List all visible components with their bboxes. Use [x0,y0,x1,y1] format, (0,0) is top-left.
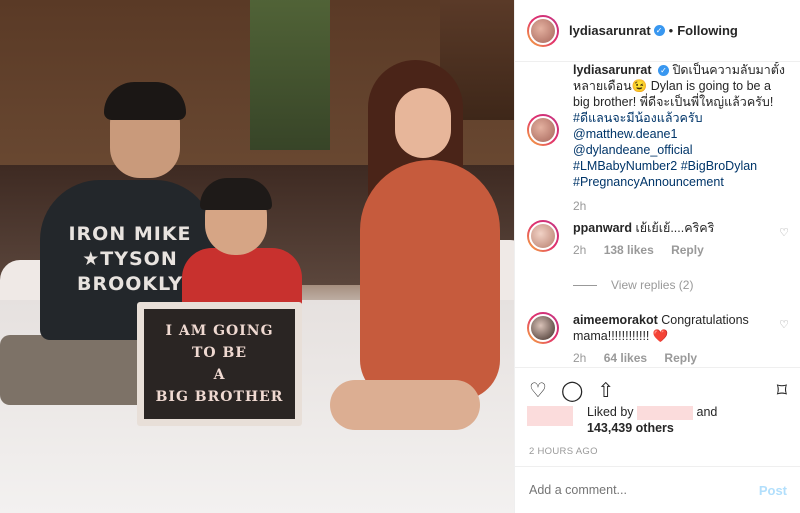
caption-meta: 2h [573,198,789,214]
post-comment-button[interactable]: Post [759,483,787,498]
view-replies-label: View replies (2) [611,278,694,292]
like-heart-icon[interactable]: ♡ [529,376,547,406]
header-separator: • [668,23,674,38]
action-icons: ♡ ◯ ⇧ ⌑ [529,376,787,406]
post-photo[interactable]: IRON MIKE ★TYSON BROOKLY I AM GOING TO B… [0,0,514,513]
comment-item: aimeemorakot Congratulations mama!!!!!!!… [527,312,789,366]
letterboard-sign: I AM GOING TO BE A BIG BROTHER [137,302,302,426]
woman-dress [360,160,500,400]
comment-meta: 2h 138 likes Reply [573,242,789,258]
following-button[interactable]: Following [677,23,738,38]
caption: lydiasarunrat ✓ ปิดเป็นความลับมาตั้งหลาย… [527,63,789,214]
redacted-liker-avatar [527,406,573,426]
liked-by-label: Liked by [587,405,634,419]
shirt-line-2: ★TYSON [82,248,178,270]
caption-time: 2h [573,199,587,213]
woman-legs [330,380,480,430]
comment-time: 2h [573,351,587,365]
reply-button[interactable]: Reply [671,243,704,257]
shirt-line-1: IRON MIKE [68,223,192,245]
likes-count[interactable]: 143,439 others [587,421,674,435]
comment-username[interactable]: ppanward [573,221,632,235]
window-background [250,0,330,150]
caption-avatar[interactable] [527,114,559,146]
comment-like-heart-icon[interactable]: ♡ [779,226,789,239]
likes-summary: Liked by and 143,439 others [527,404,789,436]
avatar-image [529,314,557,342]
reply-button[interactable]: Reply [664,351,697,365]
avatar-image [529,116,557,144]
share-icon[interactable]: ⇧ [597,376,614,406]
comment-meta: 2h 64 likes Reply [573,350,789,366]
commenter-avatar[interactable] [527,312,559,344]
hashtag[interactable]: #LMBabyNumber2 [573,159,677,173]
post-sidebar: lydiasarunrat ✓ • Following lydiasarunra… [514,0,800,513]
likes-text: Liked by and 143,439 others [587,404,717,436]
caption-body: lydiasarunrat ✓ ปิดเป็นความลับมาตั้งหลาย… [573,62,789,214]
caption-username[interactable]: lydiasarunrat [573,63,652,77]
verified-badge-icon: ✓ [658,65,669,77]
man-hair [104,82,186,120]
post-timestamp[interactable]: 2 HOURS AGO [529,446,598,457]
comment-item: ppanward เย้เย้เย้....คริคริ 2h 138 like… [527,220,789,258]
shirt-print: IRON MIKE ★TYSON BROOKLY [60,222,200,297]
hashtag[interactable]: #PregnancyAnnouncement [573,175,724,189]
comment-text: เย้เย้เย้....คริคริ [635,221,715,235]
hashtag[interactable]: #ดีแลนจะมีน้องแล้วครับ [573,111,703,125]
man-legs [0,335,160,405]
avatar-image [529,222,557,250]
shirt-line-3: BROOKLY [76,273,184,295]
letterboard-line-4: BIG BROTHER [155,389,284,405]
comment-time: 2h [573,243,587,257]
mention[interactable]: @dylandeane_official [573,143,693,157]
kid-hair [200,178,272,210]
letterboard-line-1: I AM GOING [165,323,274,339]
comment-like-heart-icon[interactable]: ♡ [779,318,789,331]
post-header: lydiasarunrat ✓ • Following [515,0,800,62]
comments-list[interactable]: lydiasarunrat ✓ ปิดเป็นความลับมาตั้งหลาย… [515,62,800,367]
view-replies-button[interactable]: View replies (2) [573,278,693,292]
letterboard-line-2: TO BE [192,345,247,361]
letterboard-face: I AM GOING TO BE A BIG BROTHER [144,309,295,419]
kid-shirt [182,248,302,308]
commenter-avatar[interactable] [527,220,559,252]
author-username[interactable]: lydiasarunrat [569,23,651,38]
comment-body: ppanward เย้เย้เย้....คริคริ 2h 138 like… [573,220,789,258]
redacted-liker-name [637,405,694,420]
woman-face [395,88,451,158]
verified-badge-icon: ✓ [653,25,665,36]
add-comment-bar: Post [515,466,800,513]
mention[interactable]: @matthew.deane1 [573,127,677,141]
comment-username[interactable]: aimeemorakot [573,313,658,327]
action-bar: ♡ ◯ ⇧ ⌑ [515,367,800,406]
hashtag[interactable]: #BigBroDylan [681,159,757,173]
letterboard-line-3: A [213,367,226,383]
liked-and-label: and [696,405,718,419]
author-avatar[interactable] [527,14,559,47]
bookmark-icon[interactable]: ⌑ [777,376,787,406]
comment-bubble-icon[interactable]: ◯ [561,376,583,406]
avatar-image [529,16,557,45]
comment-input[interactable] [529,483,759,497]
replies-divider [573,284,597,286]
comment-body: aimeemorakot Congratulations mama!!!!!!!… [573,312,789,366]
comment-likes[interactable]: 64 likes [604,351,647,365]
comment-likes[interactable]: 138 likes [604,243,654,257]
